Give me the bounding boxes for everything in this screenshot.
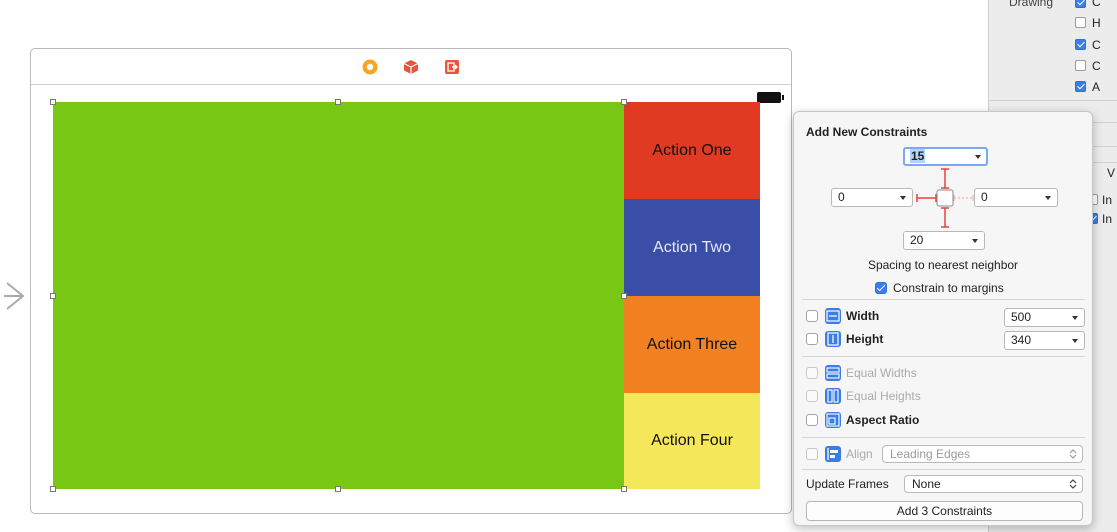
chevron-down-icon[interactable] [1072,339,1078,343]
height-value-field[interactable]: 340 [1004,331,1085,350]
resize-handle-left[interactable] [50,293,56,299]
width-checkbox[interactable] [806,310,818,322]
first-responder-icon[interactable] [403,59,419,75]
resize-handle-bottom-left[interactable] [50,486,56,492]
align-value: Leading Edges [890,447,971,461]
inspector-divider [989,100,1117,101]
up-down-chevron-icon [1069,449,1077,459]
battery-icon [757,92,784,103]
popover-divider [802,437,1085,438]
align-label: Align [846,447,873,461]
right-strut-icon[interactable] [953,195,974,201]
drawing-option-checkbox-5[interactable] [1075,81,1086,92]
width-value-field[interactable]: 500 [1004,308,1085,327]
constrain-to-margins-label: Constrain to margins [893,281,1004,295]
aspect-ratio-checkbox[interactable] [806,414,818,426]
height-icon [825,331,841,347]
main-content-view[interactable] [53,102,624,489]
initial-view-controller-arrow-icon [4,282,25,310]
scene-dock [31,49,791,85]
add-constraints-button[interactable]: Add 3 Constraints [806,501,1083,521]
resize-handle-bottom-right[interactable] [621,486,627,492]
resize-handle-right[interactable] [621,293,627,299]
inspector-label-v: V [1107,166,1116,180]
drawing-option-label-5: A [1092,80,1101,94]
exit-icon[interactable] [444,59,460,75]
bottom-strut-icon[interactable] [941,207,949,228]
chevron-down-icon[interactable] [1072,316,1078,320]
align-checkbox[interactable] [806,448,818,460]
popover-title: Add New Constraints [806,125,928,139]
resize-handle-top-right[interactable] [621,99,627,105]
bottom-spacing-value: 20 [910,233,924,247]
align-popup-button[interactable]: Leading Edges [882,445,1083,463]
left-strut-icon[interactable] [916,194,937,202]
update-frames-value: None [912,477,941,491]
equal-widths-icon [825,365,841,381]
chevron-down-icon[interactable] [972,239,978,243]
popover-divider [802,299,1085,300]
chevron-down-icon[interactable] [975,155,981,159]
drawing-section-label: Drawing [1009,0,1054,9]
update-frames-popup-button[interactable]: None [904,475,1083,493]
action-one-button[interactable]: Action One [624,102,760,199]
width-value: 500 [1011,310,1032,324]
constraint-struts-diagram [916,168,974,228]
action-three-button[interactable]: Action Three [624,296,760,393]
chevron-down-icon[interactable] [1045,196,1051,200]
right-spacing-value: 0 [981,190,988,204]
equal-heights-label: Equal Heights [846,389,921,403]
height-checkbox[interactable] [806,333,818,345]
resize-handle-top[interactable] [335,99,341,105]
drawing-option-checkbox-4[interactable] [1075,60,1086,71]
equal-heights-checkbox[interactable] [806,390,818,402]
top-spacing-value: 15 [910,149,926,163]
inspector-label-in-2: In [1102,212,1113,226]
drawing-option-checkbox-3[interactable] [1075,39,1086,50]
action-four-label: Action Four [651,432,733,449]
top-strut-icon[interactable] [941,168,949,189]
chevron-down-icon[interactable] [900,196,906,200]
action-four-button[interactable]: Action Four [624,393,760,489]
spacing-caption: Spacing to nearest neighbor [867,258,1019,272]
drawing-option-label-4: C [1092,59,1101,73]
up-down-chevron-icon [1069,479,1077,489]
aspect-ratio-icon [825,412,841,428]
update-frames-label: Update Frames [806,477,889,491]
left-spacing-value: 0 [838,190,845,204]
right-spacing-field[interactable]: 0 [974,188,1058,207]
drawing-option-checkbox-1[interactable] [1075,0,1086,8]
resize-handle-bottom[interactable] [335,486,341,492]
equal-widths-checkbox[interactable] [806,367,818,379]
top-spacing-field[interactable]: 15 [903,147,988,166]
add-new-constraints-popover: Add New Constraints 15 0 0 20 Spacing to… [793,111,1093,526]
left-spacing-field[interactable]: 0 [831,188,913,207]
constrain-to-margins-checkbox[interactable] [875,282,887,294]
height-label: Height [846,332,884,346]
equal-widths-label: Equal Widths [846,366,917,380]
width-label: Width [846,309,880,323]
resize-handle-top-left[interactable] [50,99,56,105]
height-value: 340 [1011,333,1032,347]
action-two-button[interactable]: Action Two [624,199,760,296]
popover-divider [802,469,1085,470]
drawing-option-label-2: H [1092,16,1101,30]
width-icon [825,308,841,324]
aspect-ratio-label: Aspect Ratio [846,413,920,427]
action-two-label: Action Two [653,238,731,256]
inspector-label-in-1: In [1102,193,1113,207]
drawing-option-label-1: C [1092,0,1101,9]
align-icon [825,446,841,462]
action-three-label: Action Three [646,335,738,353]
selected-view-box-icon [936,189,954,207]
drawing-option-label-3: C [1092,38,1101,52]
bottom-spacing-field[interactable]: 20 [903,231,985,250]
view-controller-icon[interactable] [362,59,378,75]
drawing-option-checkbox-2[interactable] [1075,17,1086,28]
action-one-label: Action One [652,141,732,159]
popover-divider [802,356,1085,357]
equal-heights-icon [825,388,841,404]
